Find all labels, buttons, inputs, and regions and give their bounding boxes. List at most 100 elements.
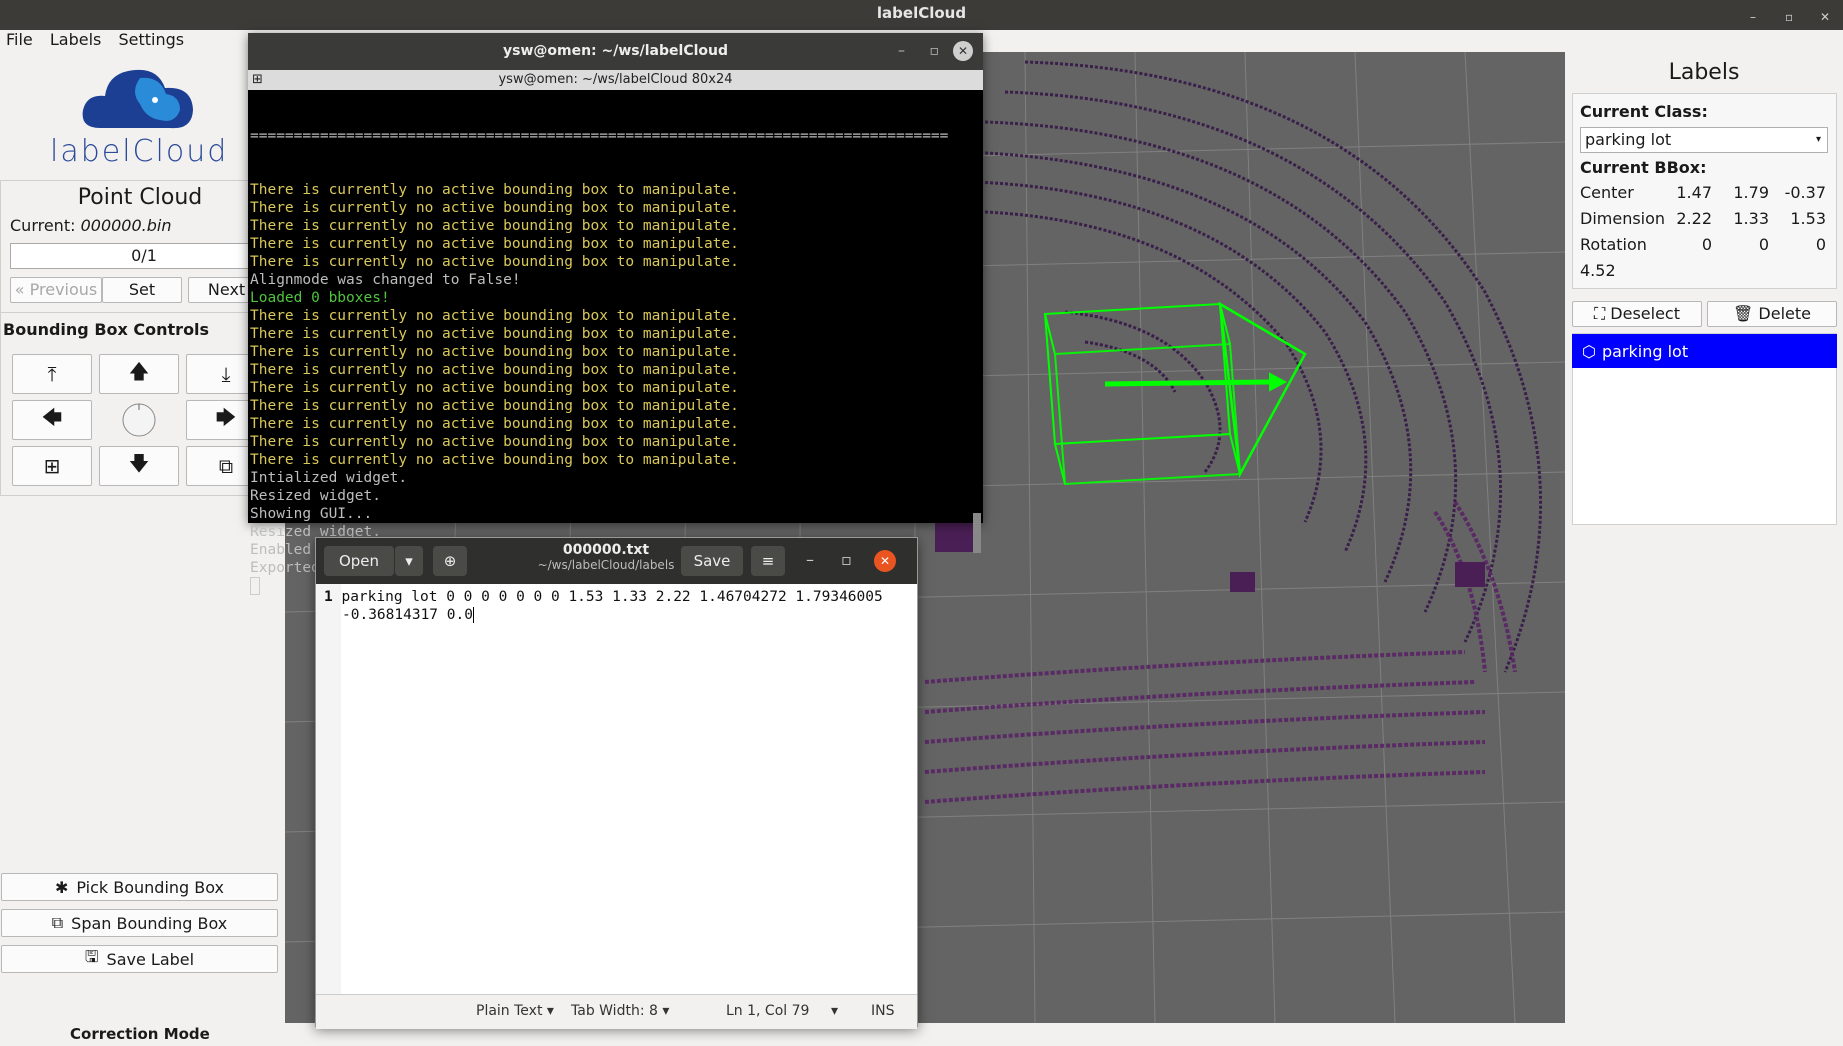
increase-size-button[interactable]: ⊞ [12, 446, 92, 486]
span-bbox-label: Span Bounding Box [71, 913, 228, 933]
terminal-line: There is currently no active bounding bo… [250, 434, 739, 450]
move-backward-button[interactable]: 🡇 [99, 446, 179, 486]
maximize-icon[interactable]: ▫ [1785, 4, 1793, 30]
editor-gutter [316, 584, 341, 994]
volume-value: 4.52 [1580, 261, 1616, 280]
terminal-line: There is currently no active bounding bo… [250, 362, 739, 378]
terminal-maximize-icon[interactable]: ▫ [930, 33, 940, 70]
delete-button[interactable]: 🗑 Delete [1707, 301, 1837, 327]
labelcloud-logo-icon [82, 69, 193, 129]
terminal-line: There is currently no active bounding bo… [250, 326, 739, 342]
editor-filename: 000000.txt [562, 542, 650, 558]
editor-save-button[interactable]: Save [681, 546, 743, 576]
previous-button[interactable]: « Previous [10, 277, 102, 303]
editor-text-area[interactable]: 1 parking lot 0 0 0 0 0 0 0 1.53 1.33 2.… [324, 588, 914, 624]
span-bbox-button[interactable]: ⧉ Span Bounding Box [1, 909, 278, 937]
current-file-name: 000000.bin [80, 216, 172, 235]
editor-path: ~/ws/labelCloud/labels [537, 558, 675, 572]
tab-width-selector[interactable]: Tab Width: 8 ▾ [571, 1003, 669, 1019]
terminal-line: Showing GUI... [250, 506, 373, 522]
hamburger-menu-button[interactable]: ≡ [751, 546, 785, 576]
arrow-up-bar-icon: ⤒ [47, 362, 57, 386]
label-list-item-text: parking lot [1601, 341, 1689, 361]
terminal-line: There is currently no active bounding bo… [250, 416, 739, 432]
terminal-separator: ========================================… [250, 128, 949, 144]
deselect-label: Deselect [1610, 304, 1680, 323]
dimension-label: Dimension [1580, 209, 1666, 228]
current-bbox-label: Current BBox: [1580, 158, 1707, 177]
menu-labels[interactable]: Labels [50, 30, 102, 49]
terminal-close-icon[interactable]: ✕ [953, 41, 973, 61]
new-document-icon: ⊕ [443, 552, 457, 570]
terminal-scrollbar[interactable] [973, 513, 981, 553]
point-cloud-counter: 0/1 [10, 243, 278, 269]
trash-icon: 🗑 [1733, 304, 1754, 323]
language-selector[interactable]: Plain Text ▾ [476, 1003, 554, 1019]
move-forward-button[interactable]: 🡅 [99, 354, 179, 394]
span-icon: ⧉ [51, 913, 64, 932]
save-icon: 🖫 [84, 946, 99, 966]
set-button[interactable]: Set [102, 277, 182, 303]
open-button[interactable]: Open [324, 546, 394, 576]
menu-settings[interactable]: Settings [118, 30, 184, 49]
editor-maximize-icon[interactable]: ▫ [841, 550, 852, 569]
line-number: 1 [324, 589, 333, 605]
correction-mode-label: Correction Mode [70, 1025, 210, 1043]
position-menu-icon[interactable]: ▾ [831, 1003, 838, 1019]
center-label: Center [1580, 183, 1634, 202]
terminal-line: There is currently no active bounding bo… [250, 182, 739, 198]
move-left-button[interactable]: 🡄 [12, 400, 92, 440]
rotation-dial[interactable] [99, 400, 179, 440]
terminal-line: There is currently no active bounding bo… [250, 380, 739, 396]
current-file-row: Current: 000000.bin [10, 216, 171, 235]
terminal-subtitle-bar: ⊞ ysw@omen: ~/ws/labelCloud 80x24 [248, 70, 983, 90]
minimize-icon[interactable]: – [1750, 4, 1756, 30]
cursor-position[interactable]: Ln 1, Col 79 [726, 1003, 809, 1019]
chevron-down-icon: ▾ [405, 552, 413, 570]
arrow-left-icon: 🡄 [41, 405, 63, 429]
save-label-text: Save Label [106, 949, 195, 969]
editor-title-block: 000000.txt ~/ws/labelCloud/labels [506, 542, 706, 572]
terminal-line: Intialized widget. [250, 470, 408, 486]
arrow-down-icon: 🡇 [128, 451, 150, 475]
chevron-down-icon: ▾ [1815, 134, 1821, 145]
pick-bbox-button[interactable]: ✱ Pick Bounding Box [1, 873, 278, 901]
center-x: 1.47 [1676, 183, 1712, 202]
terminal-window[interactable]: ysw@omen: ~/ws/labelCloud – ▫ ✕ ⊞ ysw@om… [248, 33, 983, 595]
editor-line-1: parking lot 0 0 0 0 0 0 0 1.53 1.33 2.22… [341, 589, 883, 605]
label-list-item[interactable]: ⬡ parking lot [1572, 334, 1837, 368]
menu-file[interactable]: File [6, 30, 33, 49]
dial-icon [122, 403, 156, 437]
editor-close-icon[interactable]: ✕ [874, 550, 896, 572]
save-label-button[interactable]: 🖫 Save Label [1, 945, 278, 973]
point-cloud-title: Point Cloud [77, 185, 203, 210]
terminal-line: Alignmode was changed to False! [250, 272, 521, 288]
close-icon[interactable]: ✕ [1820, 4, 1830, 30]
dimension-z: 1.53 [1790, 209, 1826, 228]
terminal-minimize-icon[interactable]: – [898, 33, 905, 70]
delete-label: Delete [1758, 304, 1811, 323]
current-class-select[interactable]: parking lot ▾ [1580, 127, 1828, 153]
menu-bar: File Labels Settings [0, 30, 260, 52]
terminal-title-bar: ysw@omen: ~/ws/labelCloud – ▫ ✕ [248, 33, 983, 70]
terminal-tab-icon[interactable]: ⊞ [252, 70, 263, 90]
editor-status-bar: Plain Text ▾ Tab Width: 8 ▾ Ln 1, Col 79… [316, 994, 917, 1029]
text-cursor [472, 607, 474, 623]
terminal-line: Loaded 0 bboxes! [250, 290, 390, 306]
rotation-x: 0 [1701, 235, 1712, 254]
editor-minimize-icon[interactable]: – [806, 550, 814, 569]
terminal-output: ========================================… [250, 91, 970, 595]
bounding-box[interactable] [1043, 301, 1307, 486]
terminal-line: There is currently no active bounding bo… [250, 236, 739, 252]
new-tab-button[interactable]: ⊕ [433, 546, 467, 576]
deselect-button[interactable]: ⛶ Deselect [1572, 301, 1702, 327]
dimension-y: 1.33 [1733, 209, 1769, 228]
current-class-label: Current Class: [1580, 102, 1708, 121]
insert-mode[interactable]: INS [871, 1003, 895, 1019]
bbox-controls-title: Bounding Box Controls [3, 320, 210, 339]
text-editor-window[interactable]: Open ▾ ⊕ 000000.txt ~/ws/labelCloud/labe… [315, 537, 918, 1029]
arrow-down-bar-icon: ⤓ [221, 362, 231, 386]
terminal-line: Resized widget. [250, 488, 381, 504]
open-menu-button[interactable]: ▾ [395, 546, 423, 576]
move-up-z-button[interactable]: ⤒ [12, 354, 92, 394]
